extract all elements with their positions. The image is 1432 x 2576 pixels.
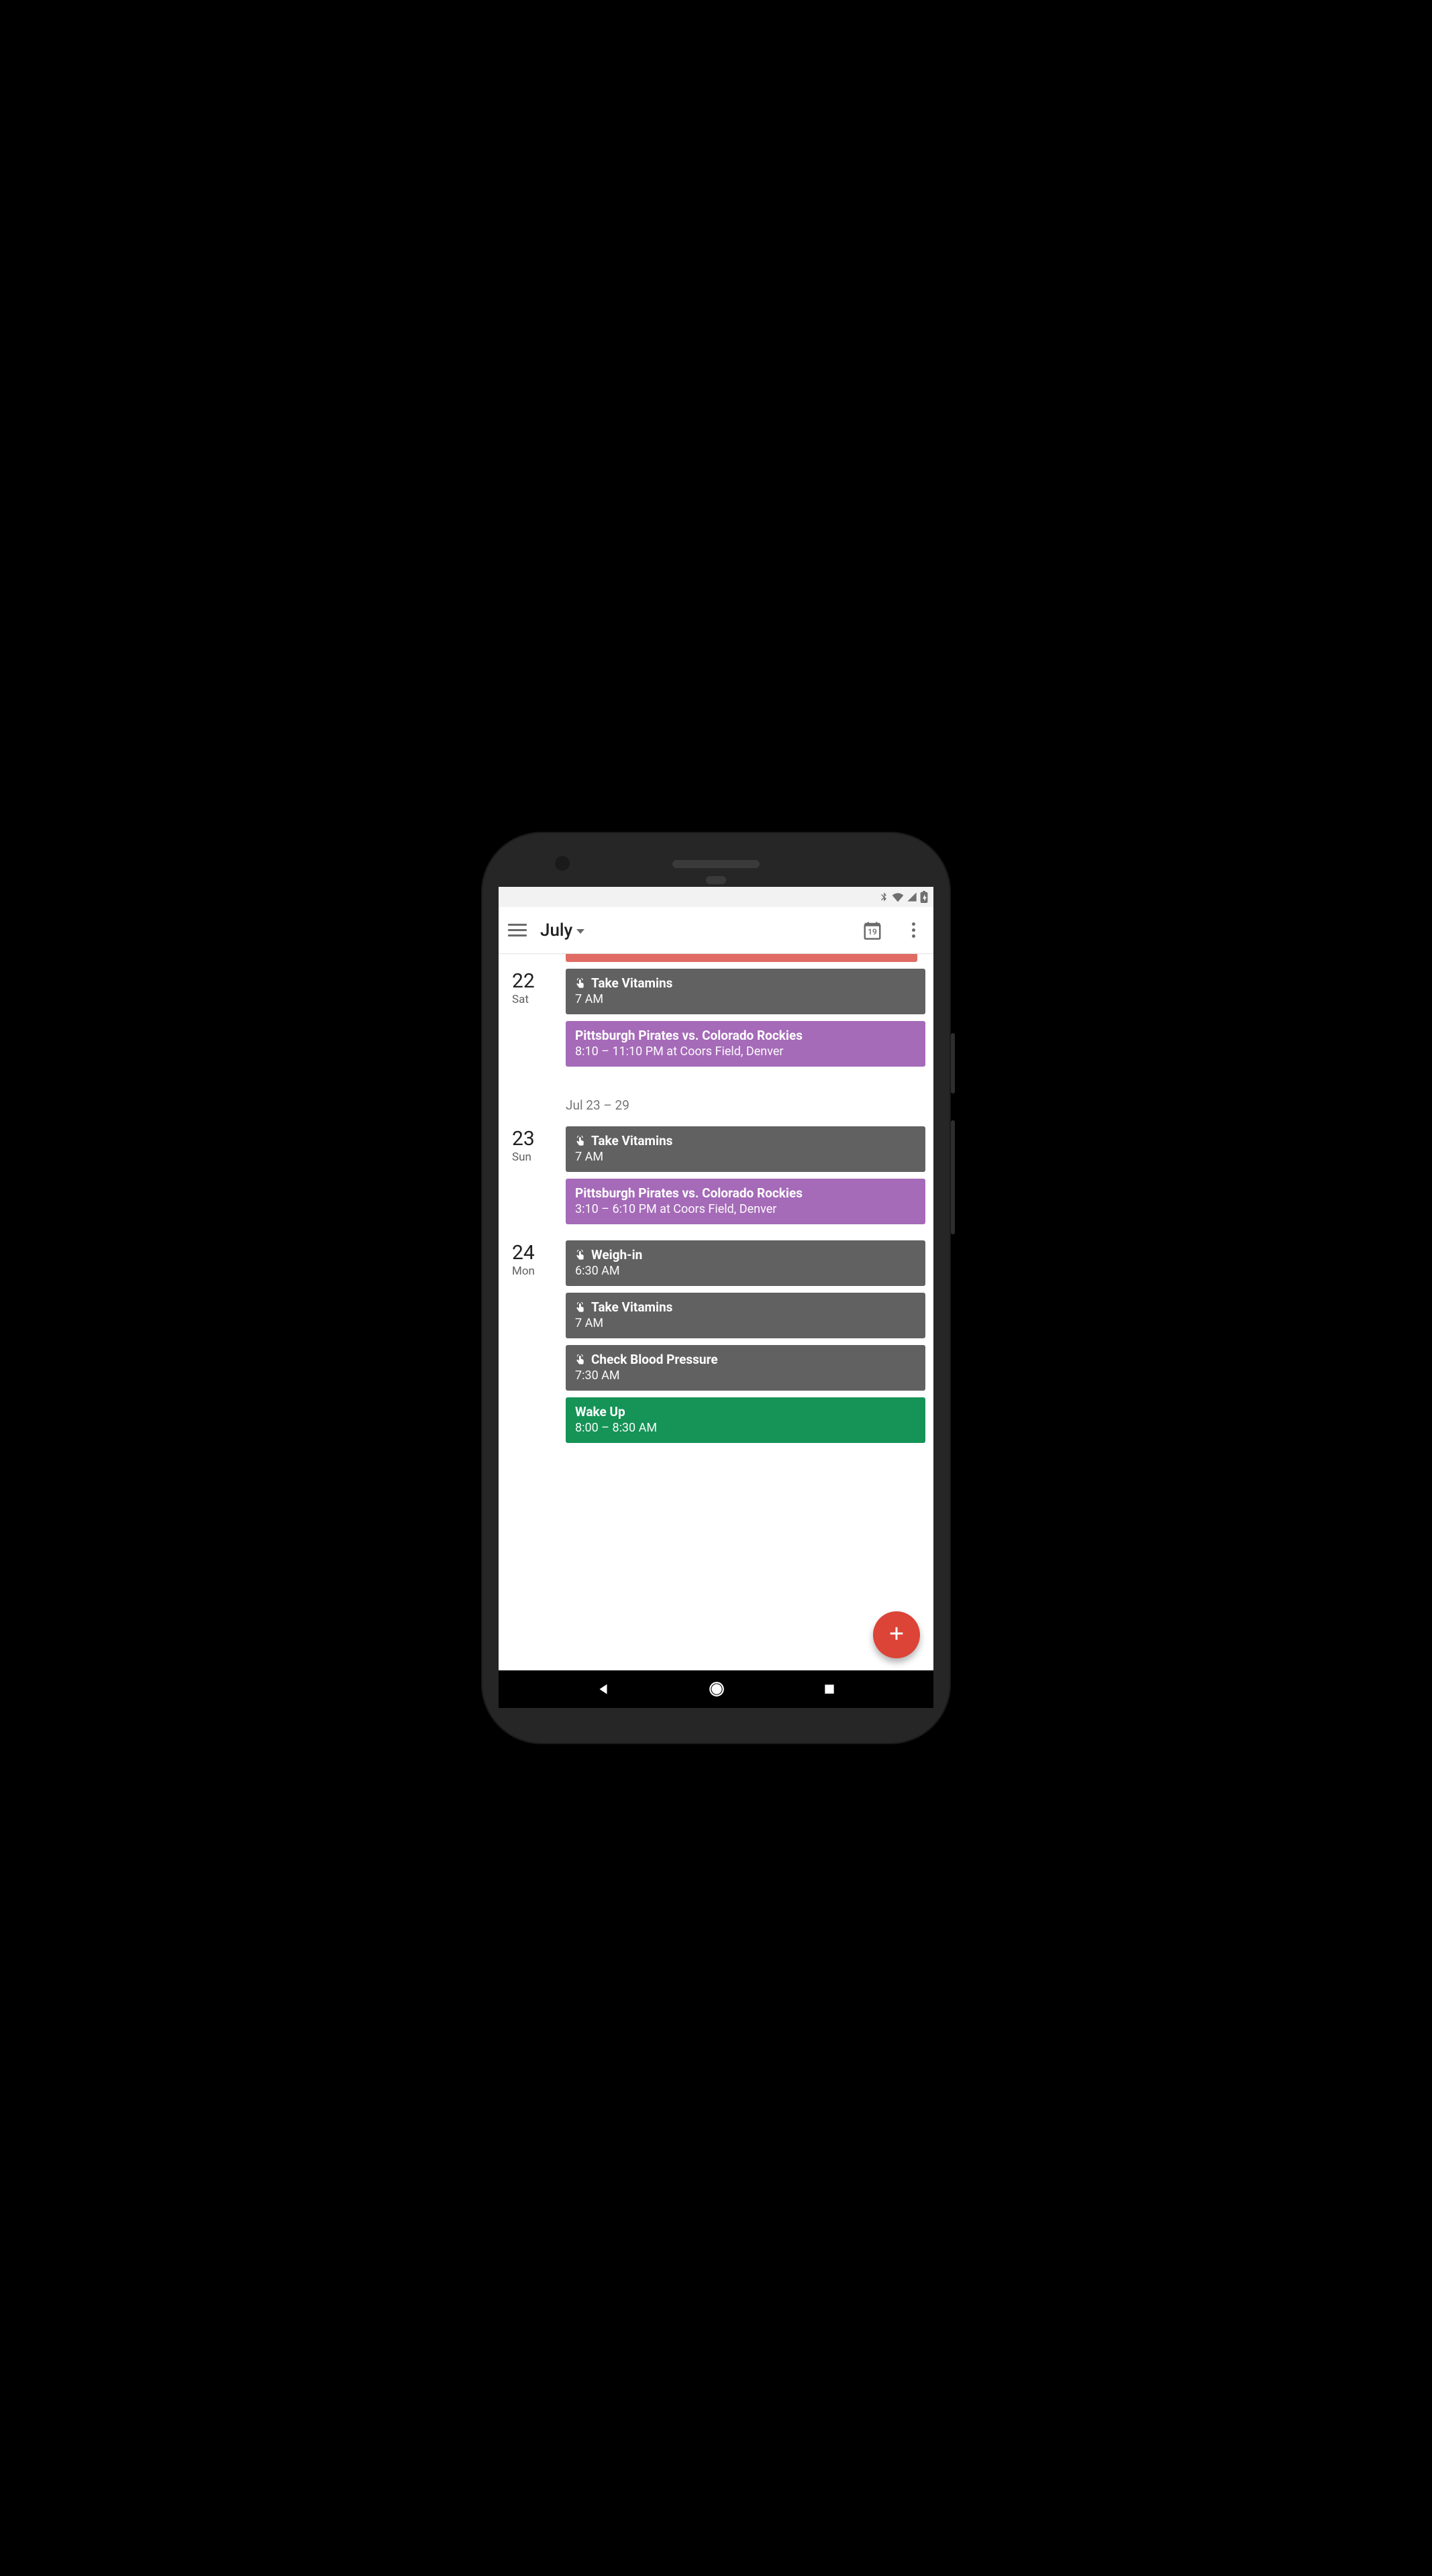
reminder-icon: [575, 1302, 586, 1313]
wifi-icon: [892, 892, 904, 902]
phone-speaker: [672, 860, 760, 868]
nav-recents-button[interactable]: [823, 1682, 836, 1696]
nav-home-button[interactable]: [708, 1680, 725, 1698]
event-title: Take Vitamins: [591, 1299, 672, 1315]
event-subtitle: 6:30 AM: [575, 1264, 916, 1278]
date-number: 22: [512, 971, 566, 991]
date-weekday: Sat: [512, 993, 566, 1006]
event-title: Weigh-in: [591, 1247, 642, 1263]
month-label: July: [540, 920, 572, 941]
day-section: 23Sun Take Vitamins 7 AM Pittsburgh Pirates…: [499, 1126, 925, 1240]
reminder-icon: [575, 978, 586, 989]
date-column[interactable]: 23Sun: [499, 1126, 566, 1224]
phone-camera: [555, 856, 570, 871]
event-chip[interactable]: Pittsburgh Pirates vs. Colorado Rockies3…: [566, 1179, 925, 1224]
day-section: 24MonWeigh-in6:30 AMTake Vitamins7 AMChe…: [499, 1240, 925, 1459]
battery-charging-icon: [920, 891, 928, 903]
event-title: Take Vitamins: [591, 975, 672, 991]
event-subtitle: 7 AM: [575, 1150, 916, 1164]
event-chip-partial[interactable]: [566, 954, 917, 962]
event-chip[interactable]: Weigh-in6:30 AM: [566, 1240, 925, 1286]
event-chip[interactable]: Pittsburgh Pirates vs. Colorado Rockies8…: [566, 1021, 925, 1067]
event-title: Pittsburgh Pirates vs. Colorado Rockies: [575, 1028, 803, 1043]
android-nav-bar: [499, 1670, 933, 1708]
phone-sensor: [706, 876, 726, 884]
device-frame: July 19 22SatTake Vitamins7 AMPittsburgh…: [481, 832, 951, 1744]
plus-icon: [887, 1624, 906, 1646]
event-chip[interactable]: Take Vitamins7 AM: [566, 969, 925, 1014]
nav-back-button[interactable]: [596, 1682, 611, 1697]
events-column: Take Vitamins7 AM Pittsburgh Pirates vs. …: [566, 969, 925, 1067]
event-chip[interactable]: Check Blood Pressure7:30 AM: [566, 1345, 925, 1391]
app-bar: July 19: [499, 907, 933, 954]
week-range-header: Jul 23 – 29: [499, 1083, 925, 1126]
event-chip[interactable]: Wake Up 8:00 – 8:30 AM: [566, 1397, 925, 1443]
event-subtitle: 8:00 – 8:30 AM: [575, 1421, 916, 1435]
cell-signal-icon: [907, 892, 917, 902]
date-column[interactable]: 22 Sat: [499, 969, 566, 1067]
bluetooth-icon: [878, 892, 889, 902]
event-subtitle: 7 AM: [575, 1316, 916, 1330]
schedule-view[interactable]: 22SatTake Vitamins7 AMPittsburgh Pirates…: [499, 954, 933, 1670]
event-title: Check Blood Pressure: [591, 1352, 718, 1367]
overflow-menu-button[interactable]: [905, 922, 921, 938]
create-event-fab[interactable]: [873, 1611, 920, 1658]
status-bar: [499, 887, 933, 907]
reminder-icon: [575, 1136, 586, 1146]
reminder-icon: [575, 1354, 586, 1365]
reminder-icon: [575, 1250, 586, 1260]
event-subtitle: 3:10 – 6:10 PM at Coors Field, Denver: [575, 1202, 916, 1216]
date-number: 24: [512, 1243, 566, 1263]
event-title: Pittsburgh Pirates vs. Colorado Rockies: [575, 1185, 803, 1201]
events-column: Take Vitamins 7 AM Pittsburgh Pirates vs. …: [566, 1126, 925, 1224]
event-chip[interactable]: Take Vitamins 7 AM: [566, 1126, 925, 1172]
event-title: Wake Up: [575, 1404, 625, 1419]
event-chip[interactable]: Take Vitamins7 AM: [566, 1293, 925, 1338]
day-section: 22SatTake Vitamins7 AMPittsburgh Pirates…: [499, 969, 925, 1083]
phone-side-button: [951, 1120, 955, 1234]
today-button[interactable]: 19: [862, 920, 882, 941]
month-picker-button[interactable]: July: [540, 920, 584, 941]
screen: July 19 22SatTake Vitamins7 AMPittsburgh…: [499, 887, 933, 1708]
chevron-down-icon: [576, 929, 584, 934]
event-title: Take Vitamins: [591, 1133, 672, 1148]
phone-side-button: [951, 1033, 955, 1093]
events-column: Weigh-in6:30 AM Take Vitamins7 AM Check Bl…: [566, 1240, 925, 1443]
menu-button[interactable]: [508, 921, 527, 940]
date-weekday: Sun: [512, 1150, 566, 1164]
event-subtitle: 8:10 – 11:10 PM at Coors Field, Denver: [575, 1044, 916, 1059]
date-column[interactable]: 24 Mon: [499, 1240, 566, 1443]
date-number: 23: [512, 1129, 566, 1149]
today-date-number: 19: [862, 927, 882, 936]
event-subtitle: 7 AM: [575, 992, 916, 1006]
event-subtitle: 7:30 AM: [575, 1368, 916, 1383]
date-weekday: Mon: [512, 1265, 566, 1278]
